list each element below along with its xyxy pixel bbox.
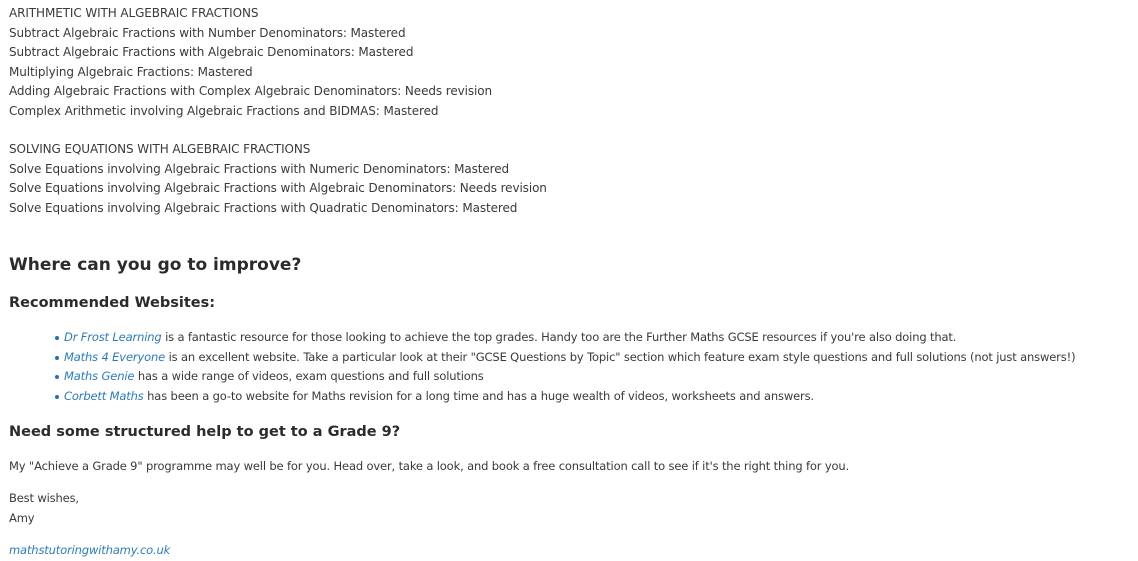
- grade9-paragraph: My "Achieve a Grade 9" programme may wel…: [9, 459, 850, 473]
- topic-status-line: Subtract Algebraic Fractions with Algebr…: [9, 45, 414, 60]
- section-heading-arithmetic: ARITHMETIC WITH ALGEBRAIC FRACTIONS: [9, 6, 259, 20]
- website-description: has been a go-to website for Maths revis…: [143, 388, 814, 403]
- website-link-dr-frost[interactable]: Dr Frost Learning: [64, 330, 162, 344]
- topic-status-line: Solve Equations involving Algebraic Frac…: [9, 181, 547, 196]
- site-link-line: mathstutoringwithamy.co.uk: [9, 541, 170, 561]
- websites-heading: Recommended Websites:: [9, 295, 216, 311]
- list-item: Maths Genie has a wide range of videos, …: [54, 367, 1075, 387]
- website-description: has a wide range of videos, exam questio…: [134, 369, 484, 384]
- website-link-maths-4-everyone[interactable]: Maths 4 Everyone: [64, 350, 165, 364]
- improve-heading: Where can you go to improve?: [9, 255, 302, 275]
- topic-status-line: Subtract Algebraic Fractions with Number…: [9, 25, 406, 40]
- sign-off: Best wishes,: [9, 491, 79, 505]
- site-link[interactable]: mathstutoringwithamy.co.uk: [9, 543, 170, 557]
- topic-status-line: Adding Algebraic Fractions with Complex …: [9, 84, 492, 99]
- topic-status-line: Solve Equations involving Algebraic Frac…: [9, 161, 510, 176]
- signature-name: Amy: [9, 511, 35, 525]
- list-item: Maths 4 Everyone is an excellent website…: [54, 348, 1076, 368]
- topic-status-line: Complex Arithmetic involving Algebraic F…: [9, 103, 439, 118]
- website-description: is a fantastic resource for those lookin…: [161, 330, 957, 344]
- websites-list: Dr Frost Learning is a fantastic resourc…: [9, 328, 1076, 407]
- list-item: Corbett Maths has been a go-to website f…: [54, 387, 1075, 407]
- topic-status-line: Solve Equations involving Algebraic Frac…: [9, 200, 518, 215]
- section-heading-equations: SOLVING EQUATIONS WITH ALGEBRAIC FRACTIO…: [9, 142, 311, 156]
- arithmetic-section: ARITHMETIC WITH ALGEBRAIC FRACTIONS Subt…: [9, 4, 492, 122]
- list-item: Dr Frost Learning is a fantastic resourc…: [54, 328, 1075, 348]
- topic-status-line: Multiplying Algebraic Fractions: Mastere…: [9, 64, 253, 79]
- website-description: is an excellent website. Take a particul…: [165, 349, 1076, 364]
- grade9-heading: Need some structured help to get to a Gr…: [9, 424, 401, 440]
- website-link-maths-genie[interactable]: Maths Genie: [64, 369, 134, 383]
- website-link-corbett-maths[interactable]: Corbett Maths: [64, 389, 144, 403]
- equations-section: SOLVING EQUATIONS WITH ALGEBRAIC FRACTIO…: [9, 140, 547, 218]
